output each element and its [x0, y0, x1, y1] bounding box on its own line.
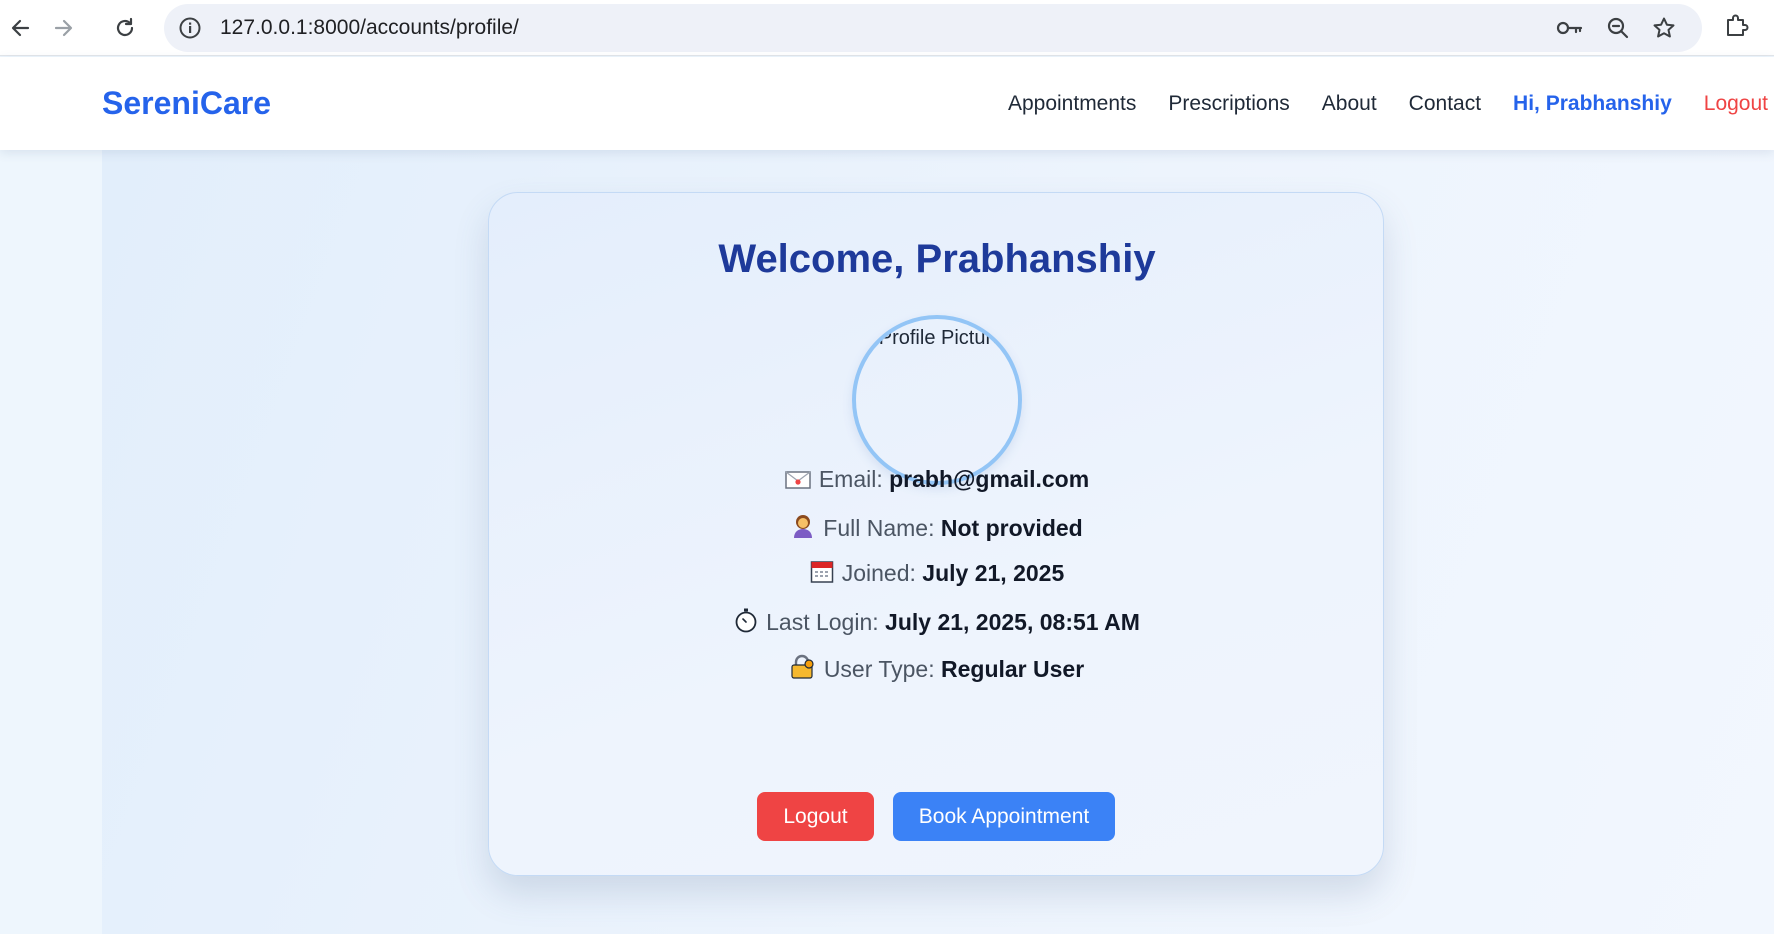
reload-icon[interactable] [107, 10, 143, 46]
brand-logo[interactable]: SereniCare [102, 57, 271, 150]
nav-about[interactable]: About [1322, 92, 1377, 116]
nav-prescriptions[interactable]: Prescriptions [1168, 92, 1289, 116]
zoom-icon[interactable] [1606, 16, 1630, 45]
joined-label: Joined: [841, 560, 916, 586]
avatar: Profile Picture [852, 315, 1022, 485]
star-icon[interactable] [1652, 16, 1676, 45]
full-name-label: Full Name: [823, 515, 935, 541]
user-type-value: Regular User [941, 656, 1085, 682]
page-title: Welcome, Prabhanshiy [718, 237, 1156, 281]
address-bar[interactable]: 127.0.0.1:8000/accounts/profile/ [164, 4, 1702, 52]
forward-arrow-icon[interactable] [46, 10, 82, 46]
lock-with-key-icon [790, 654, 816, 686]
last-login-value: July 21, 2025, 08:51 AM [885, 609, 1140, 635]
browser-toolbar: 127.0.0.1:8000/accounts/profile/ [0, 0, 1774, 56]
last-login-label: Last Login: [766, 609, 879, 635]
main-nav: Appointments Prescriptions About Contact… [976, 57, 1768, 150]
nav-appointments[interactable]: Appointments [1008, 92, 1136, 116]
last-login-row: Last Login: July 21, 2025, 08:51 AM [489, 607, 1385, 639]
email-label: Email: [818, 466, 883, 492]
book-appointment-button[interactable]: Book Appointment [893, 792, 1115, 841]
user-type-label: User Type: [823, 656, 935, 682]
email-value: prabh@gmail.com [889, 466, 1090, 492]
url-text: 127.0.0.1:8000/accounts/profile/ [220, 16, 519, 39]
full-name-row: Full Name: Not provided [489, 513, 1385, 545]
site-header: SereniCare Appointments Prescriptions Ab… [0, 57, 1774, 150]
nav-user-greeting[interactable]: Hi, Prabhanshiy [1513, 92, 1672, 116]
nav-contact[interactable]: Contact [1409, 92, 1481, 116]
avatar-alt-text: Profile Picture [878, 327, 1004, 349]
site-info-icon[interactable] [178, 16, 202, 45]
calendar-icon [810, 560, 834, 590]
key-icon[interactable] [1556, 16, 1584, 45]
user-type-row: User Type: Regular User [489, 654, 1385, 686]
profile-card: Welcome, Prabhanshiy Profile Picture Ema… [488, 192, 1384, 876]
joined-value: July 21, 2025 [922, 560, 1065, 586]
joined-row: Joined: July 21, 2025 [489, 560, 1385, 590]
nav-logout[interactable]: Logout [1704, 92, 1768, 116]
person-icon [791, 513, 815, 545]
envelope-icon [785, 469, 811, 496]
full-name-value: Not provided [940, 515, 1083, 541]
logout-button[interactable]: Logout [757, 792, 874, 841]
back-arrow-icon[interactable] [2, 10, 38, 46]
stopwatch-icon [734, 607, 758, 639]
extensions-icon[interactable] [1724, 12, 1750, 43]
email-row: Email: prabh@gmail.com [489, 466, 1385, 496]
